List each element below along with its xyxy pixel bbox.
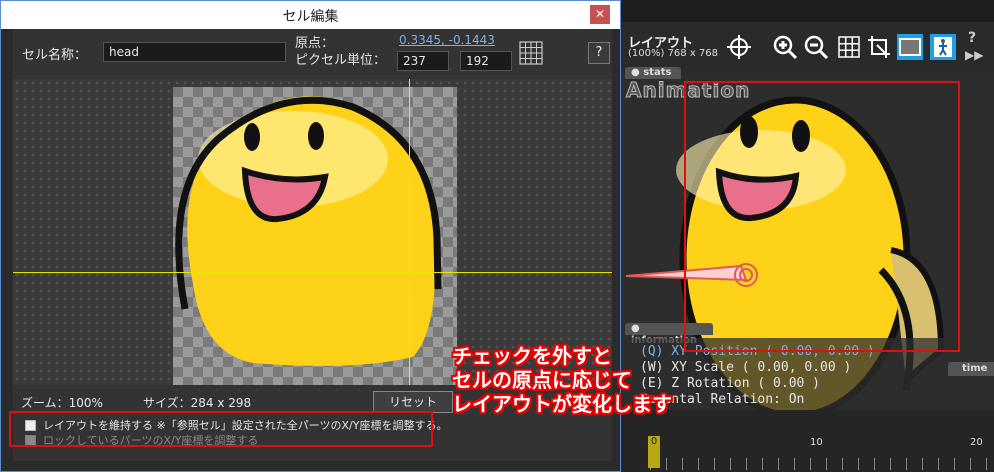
- stats-tab-label: stats: [643, 67, 672, 78]
- origin-guide-horizontal: [13, 272, 612, 273]
- timeline-ticks: [650, 458, 994, 470]
- dialog-title: セル編集: [282, 9, 339, 25]
- time-tab[interactable]: time: [948, 362, 994, 376]
- size-readout: サイズ：284 x 298: [143, 396, 252, 410]
- annotation-line-1: チェックを外すと: [452, 344, 612, 368]
- crop-select-icon[interactable]: [866, 34, 892, 60]
- pixel-y-input[interactable]: 192: [460, 51, 512, 71]
- cell-canvas[interactable]: [13, 79, 612, 385]
- grid-icon[interactable]: [836, 34, 862, 60]
- highlight-box-checkboxes: [9, 411, 433, 447]
- dialog-titlebar[interactable]: セル編集 ✕: [1, 1, 620, 29]
- zoom-readout: ズーム：100%: [21, 396, 103, 410]
- dialog-help-button[interactable]: ?: [588, 42, 610, 64]
- crosshair-icon[interactable]: [726, 34, 752, 60]
- timeline-label-10: 10: [810, 437, 823, 448]
- annotation-line-2: セルの原点に応じて: [452, 368, 632, 392]
- zoom-out-icon[interactable]: [803, 34, 829, 60]
- dialog-header: セル名称： head 原点： 0.3345, -0.1443 ピクセル単位： 2…: [13, 29, 612, 79]
- origin-value-link[interactable]: 0.3345, -0.1443: [399, 33, 495, 47]
- layout-resolution: (100%) 768 x 768: [628, 48, 719, 59]
- timeline-label-20: 20: [970, 437, 983, 448]
- layout-help-button[interactable]: ?: [968, 30, 976, 46]
- annotation-callout: チェックを外すと セルの原点に応じて レイアウトが変化します: [452, 344, 672, 416]
- origin-guide-vertical: [409, 79, 410, 385]
- reset-button[interactable]: リセット: [373, 391, 453, 413]
- cell-name-input[interactable]: head: [103, 42, 286, 62]
- highlight-box-layout: [684, 81, 960, 352]
- cell-name-label: セル名称：: [22, 48, 88, 63]
- zoom-in-icon[interactable]: [772, 34, 798, 60]
- fast-forward-icon[interactable]: ▶▶: [965, 48, 983, 62]
- annotation-line-3: レイアウトが変化します: [452, 392, 672, 416]
- timeline-playhead[interactable]: 0: [648, 436, 660, 468]
- grid-toggle-icon[interactable]: [519, 41, 543, 65]
- character-head: [175, 96, 442, 366]
- person-icon[interactable]: [930, 34, 956, 60]
- pixel-unit-label: ピクセル単位：: [295, 53, 387, 68]
- pixel-x-input[interactable]: 237: [397, 51, 449, 71]
- close-button[interactable]: ✕: [590, 5, 610, 24]
- frame-icon[interactable]: [897, 34, 923, 60]
